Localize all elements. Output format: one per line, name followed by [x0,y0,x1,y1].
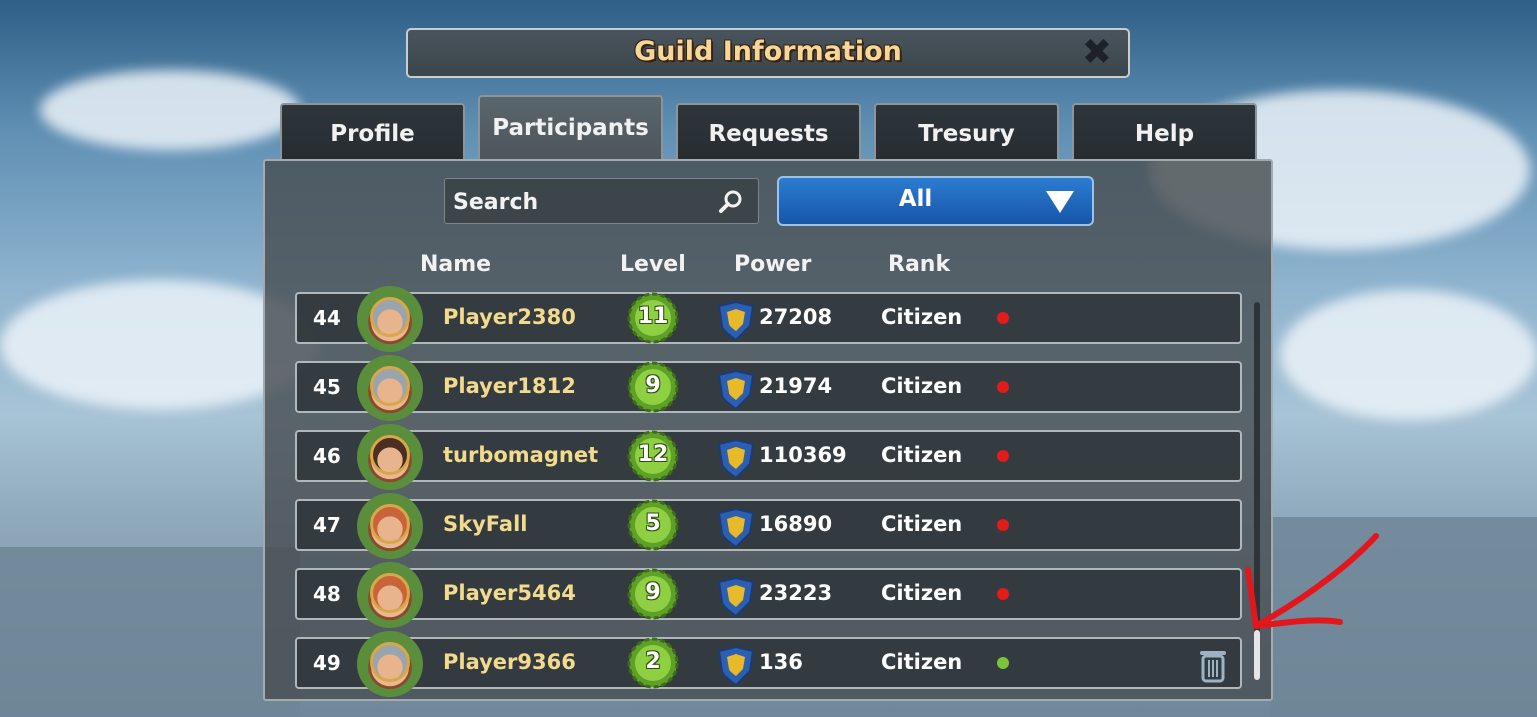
rank-value: Citizen [881,650,963,674]
offline-status-dot [997,519,1009,531]
power-value: 27208 [759,305,833,329]
player-name[interactable]: Player1812 [443,374,576,398]
filter-selected: All [898,186,933,212]
rank-value: Citizen [881,443,963,467]
level-value: 9 [645,580,661,605]
tab-tresury[interactable]: Tresury [874,103,1059,161]
avatar[interactable] [357,493,423,559]
participant-row[interactable]: 48 Player5464 9 23223 Citizen [295,562,1242,628]
player-name[interactable]: Player5464 [443,581,576,605]
participant-row[interactable]: 47 SkyFall 5 16890 Citizen [295,493,1242,559]
tab-label: Requests [708,121,829,147]
row-number: 48 [313,582,341,606]
level-value: 2 [645,649,661,674]
tab-label: Profile [330,121,415,147]
power-shield-icon [717,300,755,340]
row-number: 47 [313,513,341,537]
avatar[interactable] [357,355,423,421]
trash-icon[interactable] [1197,647,1229,683]
power-value: 21974 [759,374,833,398]
search-input[interactable] [451,185,715,219]
power-value: 16890 [759,512,833,536]
tab-participants[interactable]: Participants [478,95,663,161]
rank-value: Citizen [881,305,963,329]
column-header-rank: Rank [888,252,951,277]
level-badge: 5 [626,498,680,552]
power-value: 136 [759,650,803,674]
title-bar: Guild Information ✖ [406,28,1130,78]
search-icon[interactable] [718,189,744,215]
power-shield-icon [717,645,755,685]
avatar[interactable] [357,424,423,490]
level-badge: 9 [626,360,680,414]
participant-row[interactable]: 45 Player1812 9 21974 Citizen [295,355,1242,421]
avatar[interactable] [357,286,423,352]
player-name[interactable]: turbomagnet [443,443,598,467]
level-badge: 12 [626,429,680,483]
online-status-dot [997,657,1009,669]
column-header-power: Power [734,252,812,277]
power-shield-icon [717,369,755,409]
level-value: 11 [637,304,669,329]
close-icon: ✖ [1081,32,1113,73]
player-name[interactable]: Player9366 [443,650,576,674]
tab-label: Participants [492,115,649,141]
row-number: 45 [313,375,341,399]
power-shield-icon [717,438,755,478]
tab-requests[interactable]: Requests [676,103,861,161]
offline-status-dot [997,450,1009,462]
player-name[interactable]: SkyFall [443,512,527,536]
player-name[interactable]: Player2380 [443,305,576,329]
power-shield-icon [717,507,755,547]
chevron-down-icon [1046,191,1074,213]
tab-label: Help [1134,121,1195,147]
tab-label: Tresury [918,121,1015,147]
filter-dropdown[interactable]: All [777,176,1094,226]
tab-help[interactable]: Help [1072,103,1257,161]
level-badge: 11 [626,291,680,345]
level-value: 12 [637,442,669,467]
level-value: 9 [645,373,661,398]
level-badge: 2 [626,636,680,690]
participant-row[interactable]: 49 Player9366 2 136 Citizen [295,631,1242,697]
avatar[interactable] [357,631,423,697]
search-box [444,178,759,224]
power-value: 23223 [759,581,833,605]
offline-status-dot [997,588,1009,600]
annotation-arrow-icon [1245,533,1379,629]
row-number: 44 [313,306,341,330]
offline-status-dot [997,312,1009,324]
column-header-level: Level [620,252,686,277]
offline-status-dot [997,381,1009,393]
avatar[interactable] [357,562,423,628]
row-number: 49 [313,651,341,675]
window-title: Guild Information [634,36,902,67]
close-button[interactable]: ✖ [1078,34,1116,72]
rank-value: Citizen [881,512,963,536]
column-header-name: Name [420,252,492,277]
power-shield-icon [717,576,755,616]
rank-value: Citizen [881,581,963,605]
row-number: 46 [313,444,341,468]
participant-row[interactable]: 44 Player2380 11 27208 Citizen [295,286,1242,352]
power-value: 110369 [759,443,847,467]
level-value: 5 [645,511,661,536]
level-badge: 9 [626,567,680,621]
participant-row[interactable]: 46 turbomagnet 12 110369 Citizen [295,424,1242,490]
rank-value: Citizen [881,374,963,398]
tab-profile[interactable]: Profile [280,103,465,161]
